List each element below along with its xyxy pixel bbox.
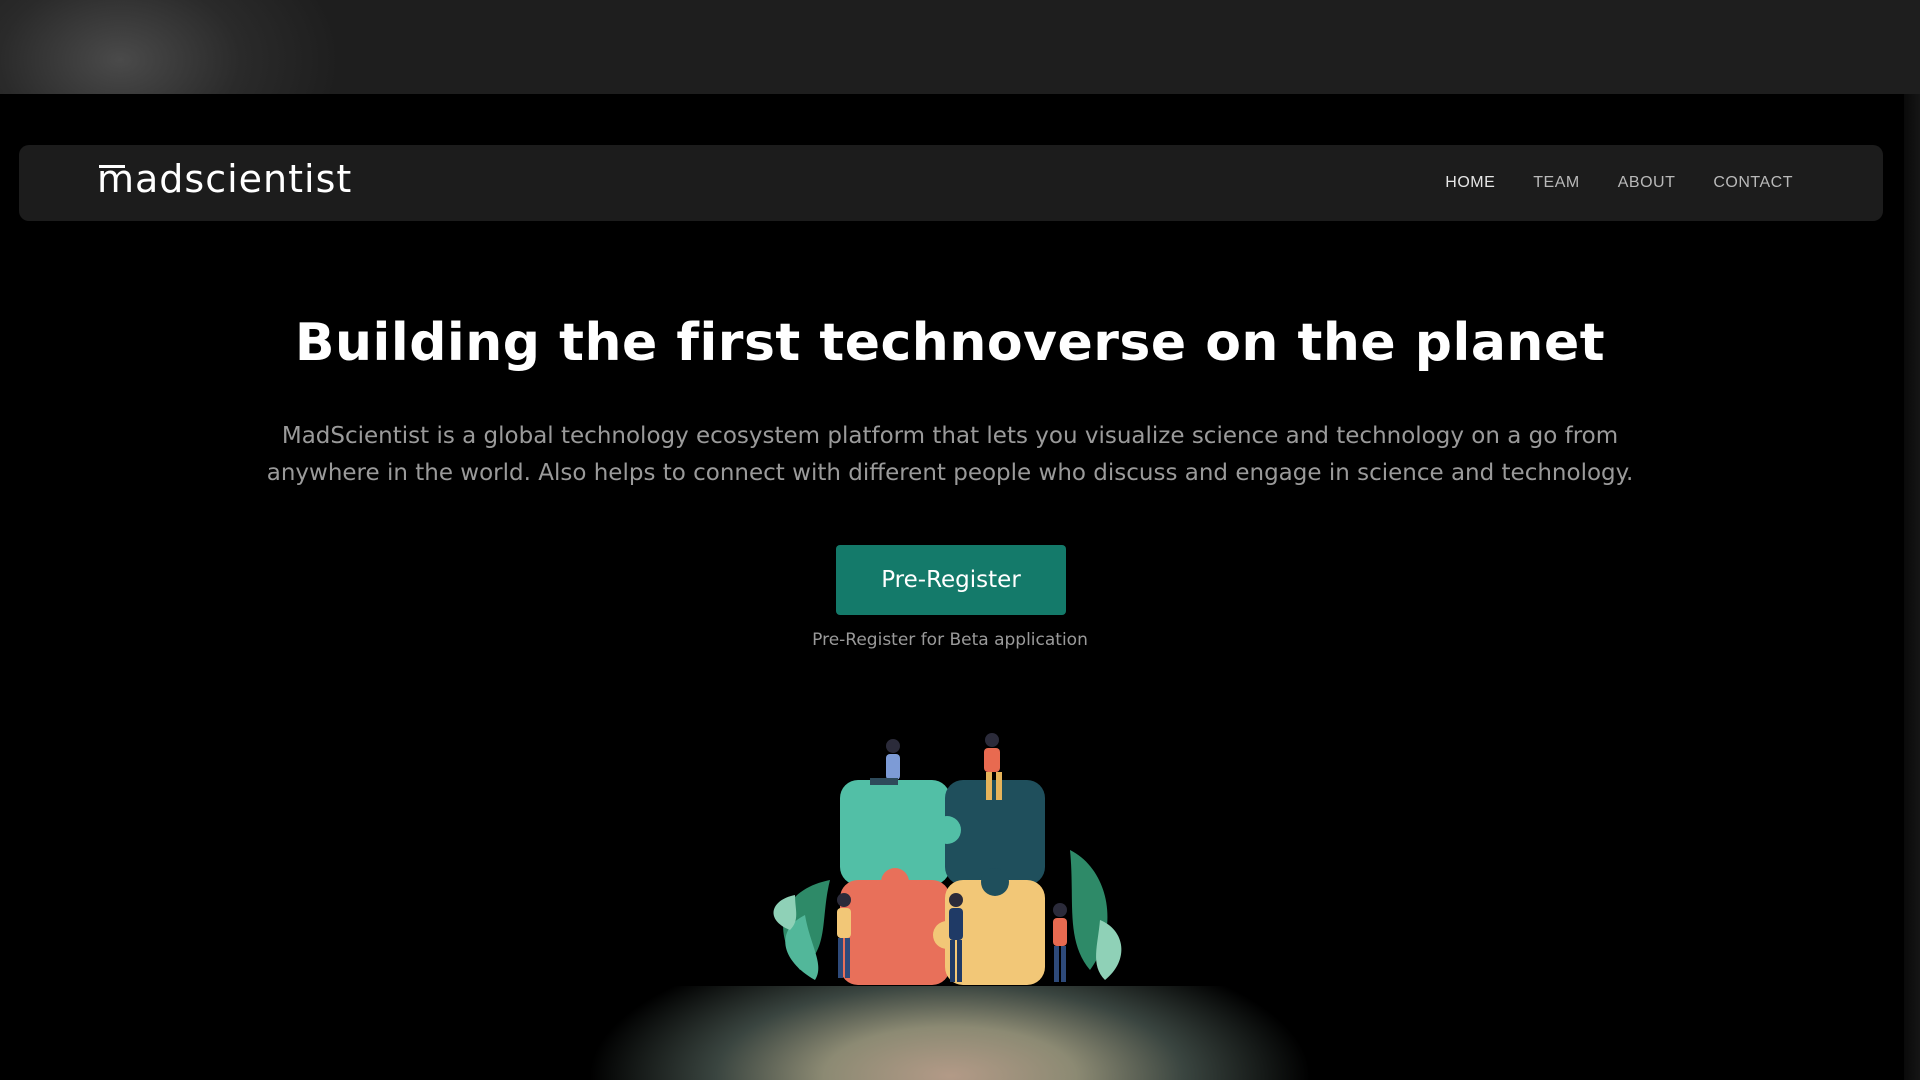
person-figure [870,739,900,785]
scrollbar-track[interactable] [1904,94,1920,1080]
puzzle-teamwork-illustration [773,733,1122,985]
nav-link-team[interactable]: TEAM [1533,174,1579,192]
pre-register-button[interactable]: Pre-Register [836,545,1066,615]
puzzle-knob [881,868,909,896]
pre-register-note: Pre-Register for Beta application [812,630,1088,650]
navbar: madscientist HOME TEAM ABOUT CONTACT [19,145,1883,221]
puzzle-knob [981,868,1009,896]
leaf-icon [1096,920,1122,980]
leaf-icon [773,895,797,930]
bottom-gradient-glow [490,986,1410,1080]
browser-top-band [0,0,1920,94]
nav-links: HOME TEAM ABOUT CONTACT [1445,145,1793,221]
logo[interactable]: madscientist [97,157,352,201]
hero-headline: Building the first technoverse on the pl… [294,312,1606,373]
hero-description: MadScientist is a global technology ecos… [266,423,1634,486]
nav-link-contact[interactable]: CONTACT [1713,174,1793,192]
puzzle-knob [933,816,961,844]
nav-link-about[interactable]: ABOUT [1618,174,1676,192]
person-figure [1053,903,1067,982]
nav-link-home[interactable]: HOME [1445,174,1495,192]
